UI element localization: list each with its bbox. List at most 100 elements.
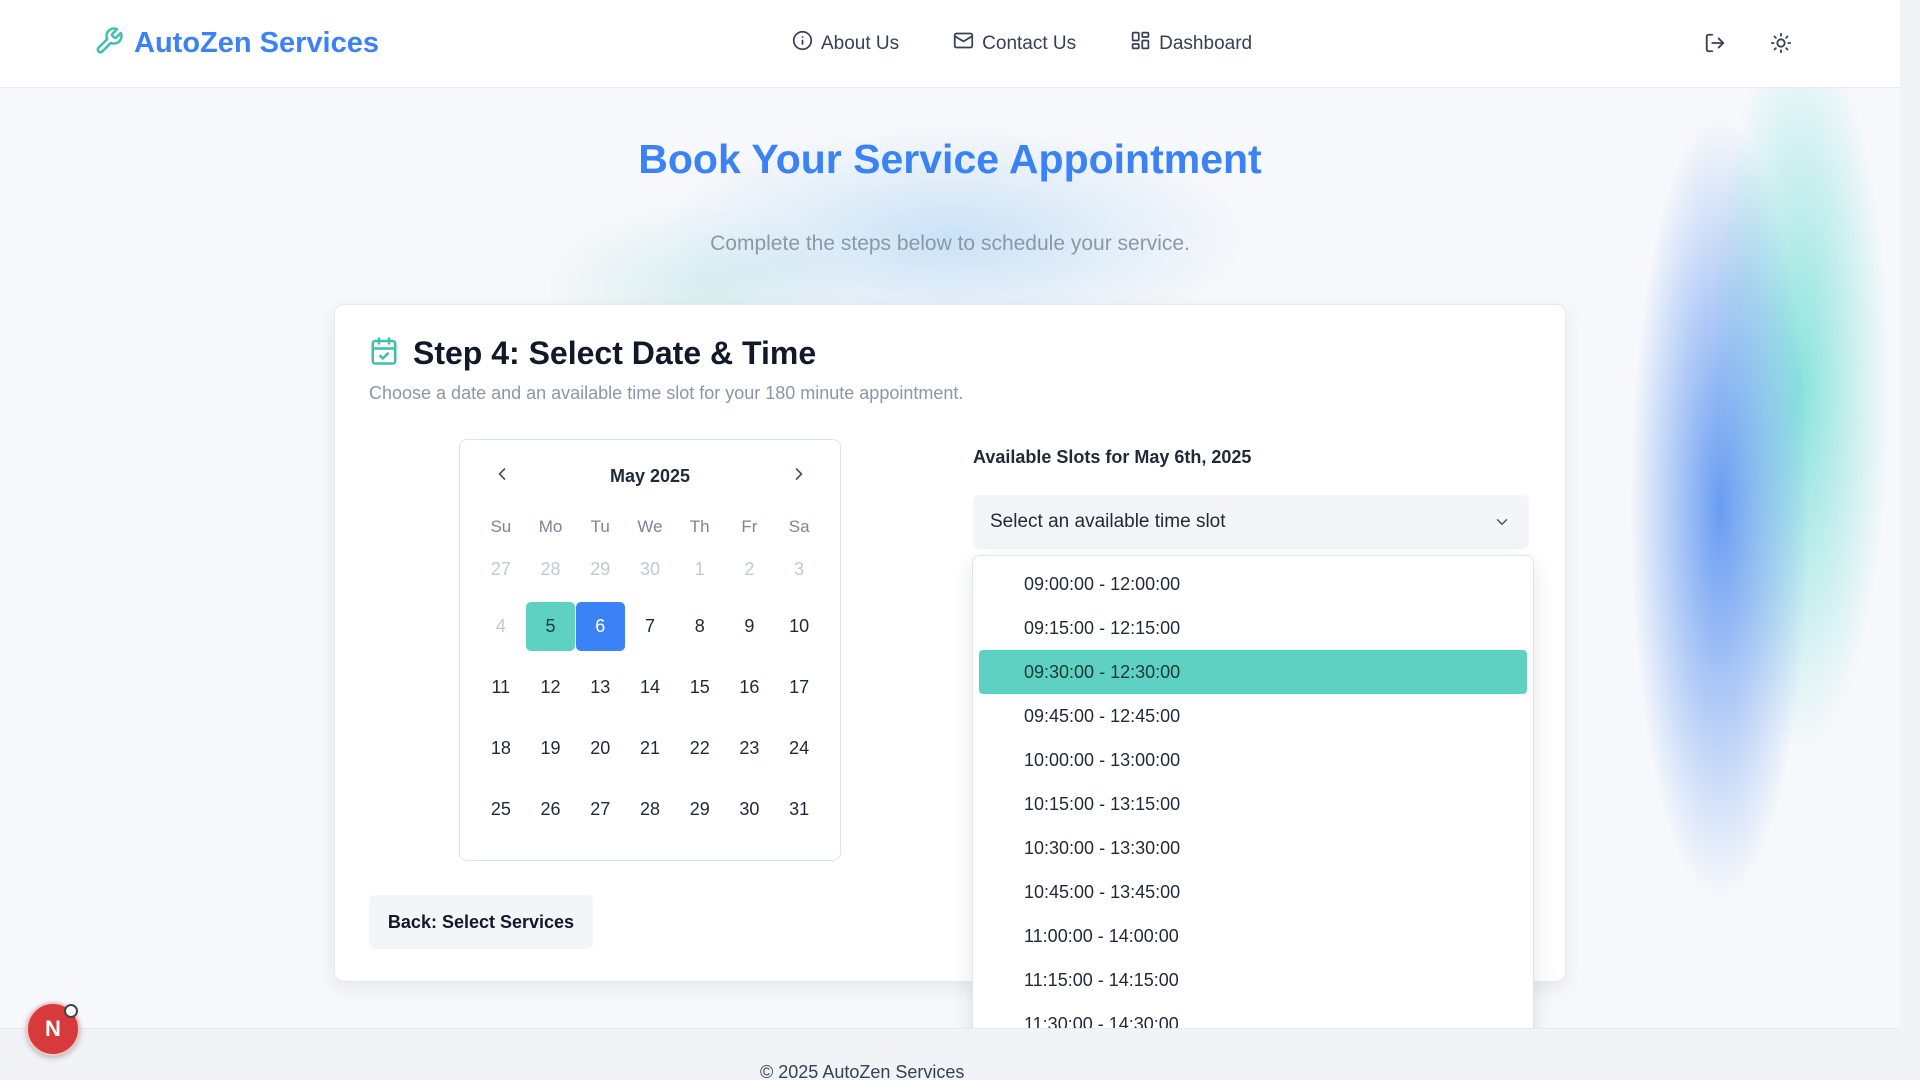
calendar-day[interactable]: 17 [774, 657, 824, 718]
calendar-day-label: 28 [639, 799, 660, 819]
calendar-day-label: 30 [639, 558, 660, 579]
nav-contact-us-label: Contact Us [982, 32, 1077, 54]
calendar-day-label: 30 [739, 799, 760, 819]
calendar-grid: Su Mo Tu We Th Fr Sa 27 28 29 30 1 2 3 4 5 6 7 8 9 10 11 12 13 1… [476, 512, 824, 840]
step-title: Step 4: Select Date & Time [413, 335, 817, 371]
calendar-day-label: 31 [789, 799, 810, 819]
calendar-day-label: 19 [540, 738, 561, 758]
time-slot-option[interactable]: 11:15:00 - 14:15:00 [979, 958, 1527, 1002]
weekday-header: Fr [741, 517, 758, 536]
calendar-month: May 2025 [609, 466, 691, 486]
calendar-day: 29 [575, 542, 625, 596]
calendar-day[interactable]: 15 [675, 657, 725, 718]
chevron-down-icon [1493, 513, 1511, 537]
calendar-day-label: 16 [739, 677, 760, 697]
calendar-day-label: 15 [689, 677, 710, 697]
calendar-day[interactable]: 14 [625, 657, 675, 718]
weekday-header: Mo [538, 517, 563, 536]
scrollbar-track[interactable] [1900, 0, 1920, 1080]
calendar-day[interactable]: 11 [476, 657, 526, 718]
time-slot-option[interactable]: 09:30:00 - 12:30:00 [979, 650, 1527, 694]
calendar-day-label: 21 [639, 738, 660, 758]
weekday-header: Th [689, 517, 710, 536]
calendar-day: 4 [476, 596, 526, 657]
calendar-day[interactable]: 6 [575, 596, 625, 657]
time-slot-select[interactable]: Select an available time slot [973, 495, 1529, 549]
nav-about-us-label: About Us [821, 32, 900, 54]
time-slot-option[interactable]: 10:00:00 - 13:00:00 [979, 738, 1527, 782]
calendar-check-icon [369, 336, 399, 371]
calendar-day[interactable]: 12 [526, 657, 576, 718]
calendar-day-label: 24 [789, 738, 810, 758]
calendar-day-label: 11 [491, 677, 511, 697]
calendar-day-label: 9 [744, 616, 755, 636]
calendar-day-label: 27 [590, 799, 611, 819]
calendar-day[interactable]: 19 [526, 718, 576, 779]
calendar-day[interactable]: 26 [526, 779, 576, 840]
page-title: Book Your Service Appointment [638, 136, 1262, 182]
calendar-day: 27 [476, 542, 526, 596]
back-button[interactable]: Back: Select Services [369, 895, 593, 949]
nav-contact-us[interactable]: Contact Us [953, 30, 1076, 57]
calendar-day[interactable]: 23 [725, 718, 775, 779]
calendar-day[interactable]: 13 [575, 657, 625, 718]
calendar-day[interactable]: 8 [675, 596, 725, 657]
calendar-day[interactable]: 16 [725, 657, 775, 718]
top-navbar: AutoZen Services About Us Contact Us Das… [0, 0, 1900, 88]
main-nav: About Us Contact Us Dashboard [792, 30, 1252, 57]
step-description: Choose a date and an available time slot… [369, 383, 964, 403]
calendar-day-label: 5 [526, 602, 576, 651]
wrench-icon [94, 26, 124, 61]
time-slot-option[interactable]: 10:45:00 - 13:45:00 [979, 870, 1527, 914]
calendar-day[interactable]: 18 [476, 718, 526, 779]
calendar-day[interactable]: 29 [675, 779, 725, 840]
calendar-day: 1 [675, 542, 725, 596]
calendar-day: 30 [625, 542, 675, 596]
time-slot-option[interactable]: 09:45:00 - 12:45:00 [979, 694, 1527, 738]
calendar-day-label: 10 [789, 616, 810, 636]
calendar-day[interactable]: 28 [625, 779, 675, 840]
calendar-day-label: 14 [639, 677, 660, 697]
calendar-day-label: 7 [644, 616, 655, 636]
time-slot-option[interactable]: 10:30:00 - 13:30:00 [979, 826, 1527, 870]
calendar-day[interactable]: 27 [575, 779, 625, 840]
sun-icon[interactable] [1770, 32, 1792, 59]
time-slot-option[interactable]: 09:00:00 - 12:00:00 [979, 562, 1527, 606]
calendar-day[interactable]: 24 [774, 718, 824, 779]
mail-icon [953, 30, 974, 57]
calendar-day: 3 [774, 542, 824, 596]
copyright: © 2025 AutoZen Services [760, 1062, 965, 1080]
page-subtitle: Complete the steps below to schedule you… [710, 232, 1190, 255]
calendar-day-label: 18 [490, 738, 511, 758]
weekday-header: Tu [590, 517, 610, 536]
notification-dot [64, 1004, 78, 1018]
time-slot-option[interactable]: 11:00:00 - 14:00:00 [979, 914, 1527, 958]
calendar-day[interactable]: 20 [575, 718, 625, 779]
time-slot-option[interactable]: 09:15:00 - 12:15:00 [979, 606, 1527, 650]
calendar-day[interactable]: 21 [625, 718, 675, 779]
calendar-day-label: 23 [739, 738, 760, 758]
calendar-day[interactable]: 22 [675, 718, 725, 779]
calendar-day-label: 25 [490, 799, 511, 819]
calendar-day-label: 2 [744, 558, 755, 579]
calendar-day-label: 20 [590, 738, 611, 758]
nav-dashboard[interactable]: Dashboard [1130, 30, 1252, 57]
step-header: Step 4: Select Date & Time [369, 335, 816, 372]
calendar-day[interactable]: 10 [774, 596, 824, 657]
chevron-right-icon[interactable] [789, 464, 809, 489]
time-slot-option[interactable]: 10:15:00 - 13:15:00 [979, 782, 1527, 826]
logout-icon[interactable] [1704, 32, 1726, 59]
calendar-day[interactable]: 30 [725, 779, 775, 840]
nav-about-us[interactable]: About Us [792, 30, 899, 57]
calendar-day[interactable]: 9 [725, 596, 775, 657]
calendar-day[interactable]: 7 [625, 596, 675, 657]
calendar-day-label: 26 [540, 799, 561, 819]
calendar-day-label: 17 [789, 677, 810, 697]
time-slot-placeholder: Select an available time slot [990, 511, 1226, 532]
calendar-day[interactable]: 25 [476, 779, 526, 840]
calendar-day-label: 3 [794, 558, 805, 579]
brand[interactable]: AutoZen Services [94, 26, 379, 61]
calendar-day[interactable]: 31 [774, 779, 824, 840]
dashboard-grid-icon [1130, 30, 1151, 57]
calendar-day[interactable]: 5 [526, 596, 576, 657]
